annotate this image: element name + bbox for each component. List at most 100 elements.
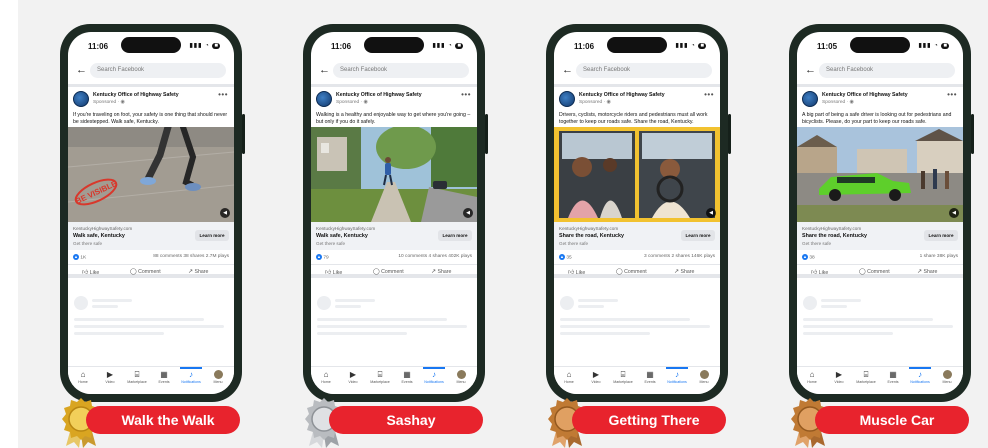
tab-menu[interactable]: Menu <box>448 370 474 384</box>
mute-icon[interactable]: ◀ <box>949 208 959 218</box>
video-thumbnail[interactable]: ◀ <box>311 127 477 222</box>
battery-icon: ■ <box>455 43 463 49</box>
reaction-count[interactable]: ▲ 79 <box>316 254 329 260</box>
page-name[interactable]: Kentucky Office of Highway Safety <box>336 92 422 98</box>
comment-label: Comment <box>381 269 404 275</box>
back-arrow-icon[interactable]: ← <box>319 64 330 76</box>
comment-button[interactable]: ◯ Comment <box>859 268 890 275</box>
tab-events[interactable]: ▦ Events <box>637 370 663 384</box>
tab-events[interactable]: ▦ Events <box>394 370 420 384</box>
tab-label: Notifications <box>910 380 930 384</box>
tab-video[interactable]: ▶ Video <box>826 370 852 384</box>
video-thumbnail[interactable]: ◀ <box>797 127 963 222</box>
shares-count[interactable]: 1 share <box>920 254 936 259</box>
tab-marketplace[interactable]: ⌸ Marketplace <box>610 370 636 384</box>
comment-button[interactable]: ◯ Comment <box>373 268 404 275</box>
tab-menu[interactable]: Menu <box>205 370 231 384</box>
post-actions: 👍︎ Like ◯ Comment ↗ Share <box>797 264 963 278</box>
plays-count: 2.7M plays <box>205 254 229 259</box>
tab-menu[interactable]: Menu <box>934 370 960 384</box>
comments-count[interactable]: 88 comments <box>153 254 182 259</box>
tab-home[interactable]: ⌂ Home <box>70 370 96 384</box>
like-button[interactable]: 👍︎ Like <box>325 268 342 276</box>
shares-count[interactable]: 2 shares <box>672 254 690 259</box>
tab-events[interactable]: ▦ Events <box>880 370 906 384</box>
learn-more-button[interactable]: Learn more <box>681 230 715 241</box>
sponsored-label: Sponsored · ◉ <box>336 100 368 105</box>
battery-icon: ■ <box>212 43 220 49</box>
link-preview[interactable]: KentuckyHighwaySafety.com Share the road… <box>797 222 963 250</box>
like-button[interactable]: 👍︎ Like <box>811 268 828 276</box>
tab-notifications[interactable]: ♪ Notifications <box>178 367 204 384</box>
placeholder-avatar <box>803 296 817 310</box>
share-button[interactable]: ↗ Share <box>188 268 208 275</box>
learn-more-button[interactable]: Learn more <box>438 230 472 241</box>
tab-video[interactable]: ▶ Video <box>340 370 366 384</box>
page-logo[interactable] <box>802 91 818 107</box>
back-arrow-icon[interactable]: ← <box>805 64 816 76</box>
more-options-icon[interactable]: ••• <box>704 90 714 99</box>
tab-marketplace[interactable]: ⌸ Marketplace <box>367 370 393 384</box>
tab-marketplace[interactable]: ⌸ Marketplace <box>853 370 879 384</box>
tab-home[interactable]: ⌂ Home <box>556 370 582 384</box>
page-logo[interactable] <box>316 91 332 107</box>
search-input[interactable]: Search Facebook <box>819 63 955 78</box>
page-name[interactable]: Kentucky Office of Highway Safety <box>93 92 179 98</box>
page-logo[interactable] <box>559 91 575 107</box>
back-arrow-icon[interactable]: ← <box>76 64 87 76</box>
mute-icon[interactable]: ◀ <box>463 208 473 218</box>
learn-more-button[interactable]: Learn more <box>195 230 229 241</box>
search-input[interactable]: Search Facebook <box>90 63 226 78</box>
thumbs-up-icon: ▲ <box>559 254 565 260</box>
more-options-icon[interactable]: ••• <box>947 90 957 99</box>
tab-video[interactable]: ▶ Video <box>97 370 123 384</box>
shares-count[interactable]: 4 shares <box>429 254 447 259</box>
video-thumbnail[interactable]: ◀ <box>554 127 720 222</box>
search-input[interactable]: Search Facebook <box>333 63 469 78</box>
reaction-count[interactable]: ▲ 38 <box>802 254 815 260</box>
reaction-count[interactable]: ▲ 35 <box>559 254 572 260</box>
comment-icon: ◯ <box>373 269 380 275</box>
shares-count[interactable]: 38 shares <box>183 254 204 259</box>
video-thumbnail[interactable]: BE VISIBLE ◀ <box>68 127 234 222</box>
tab-video[interactable]: ▶ Video <box>583 370 609 384</box>
post-caption: Walking is a healthy and enjoyable way t… <box>316 112 471 125</box>
page-name[interactable]: Kentucky Office of Highway Safety <box>579 92 665 98</box>
home-icon: ⌂ <box>566 370 572 379</box>
tab-notifications[interactable]: ♪ Notifications <box>907 367 933 384</box>
link-preview[interactable]: KentuckyHighwaySafety.com Walk safe, Ken… <box>68 222 234 250</box>
battery-icon: ■ <box>698 43 706 49</box>
back-arrow-icon[interactable]: ← <box>562 64 573 76</box>
like-button[interactable]: 👍︎ Like <box>568 268 585 276</box>
more-options-icon[interactable]: ••• <box>461 90 471 99</box>
tab-notifications[interactable]: ♪ Notifications <box>664 367 690 384</box>
engagement-counts: ▲ 38 1 share 38K plays <box>797 250 963 264</box>
tab-label: Events <box>644 380 656 384</box>
placeholder-line <box>578 299 618 302</box>
comment-button[interactable]: ◯ Comment <box>616 268 647 275</box>
more-options-icon[interactable]: ••• <box>218 90 228 99</box>
link-preview[interactable]: KentuckyHighwaySafety.com Walk safe, Ken… <box>311 222 477 250</box>
share-button[interactable]: ↗ Share <box>917 268 937 275</box>
tab-notifications[interactable]: ♪ Notifications <box>421 367 447 384</box>
mute-icon[interactable]: ◀ <box>706 208 716 218</box>
comment-button[interactable]: ◯ Comment <box>130 268 161 275</box>
share-button[interactable]: ↗ Share <box>431 268 451 275</box>
tab-menu[interactable]: Menu <box>691 370 717 384</box>
search-input[interactable]: Search Facebook <box>576 63 712 78</box>
page-name[interactable]: Kentucky Office of Highway Safety <box>822 92 908 98</box>
like-button[interactable]: 👍︎ Like <box>82 268 99 276</box>
link-preview[interactable]: KentuckyHighwaySafety.com Share the road… <box>554 222 720 250</box>
tab-home[interactable]: ⌂ Home <box>313 370 339 384</box>
learn-more-button[interactable]: Learn more <box>924 230 958 241</box>
reaction-count[interactable]: ▲ 1K <box>73 254 86 260</box>
share-button[interactable]: ↗ Share <box>674 268 694 275</box>
mute-icon[interactable]: ◀ <box>220 208 230 218</box>
tab-label: Menu <box>699 380 709 384</box>
tab-events[interactable]: ▦ Events <box>151 370 177 384</box>
comments-count[interactable]: 3 comments <box>644 254 670 259</box>
tab-marketplace[interactable]: ⌸ Marketplace <box>124 370 150 384</box>
page-logo[interactable] <box>73 91 89 107</box>
tab-home[interactable]: ⌂ Home <box>799 370 825 384</box>
comments-count[interactable]: 10 comments <box>398 254 427 259</box>
